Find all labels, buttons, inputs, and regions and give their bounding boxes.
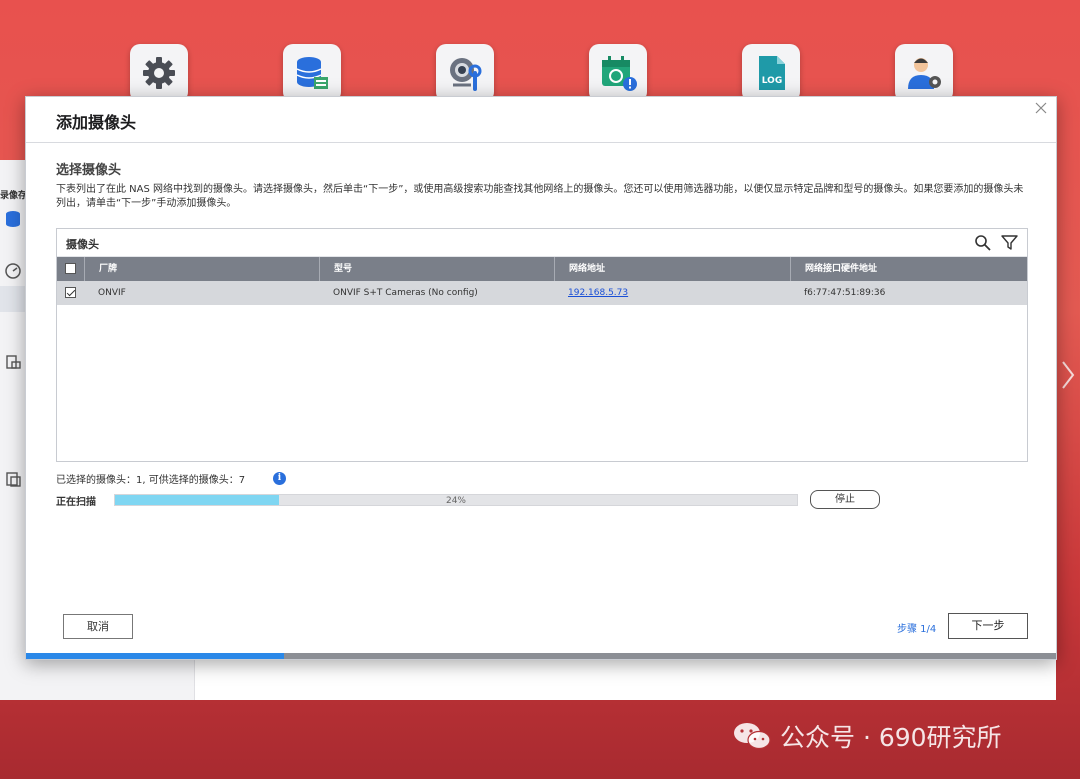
- search-icon[interactable]: [974, 234, 991, 251]
- cell-brand: ONVIF: [98, 288, 126, 298]
- watermark-text: 公众号 · 690研究所: [780, 723, 1002, 752]
- storage-stack-icon[interactable]: [4, 470, 22, 488]
- background-app-title: 录像存: [0, 191, 28, 201]
- scan-status-label: 正在扫描: [56, 497, 96, 508]
- camera-tools-icon[interactable]: [436, 44, 494, 102]
- column-header-mac[interactable]: 网络接口硬件地址: [791, 257, 1027, 281]
- user-settings-icon[interactable]: [895, 44, 953, 102]
- cancel-button[interactable]: 取消: [63, 614, 133, 639]
- filter-icon[interactable]: [1001, 234, 1018, 251]
- instructions-text: 下表列出了在此 NAS 网络中找到的摄像头。请选择摄像头，然后单击“下一步”，或…: [56, 184, 1024, 209]
- log-label: LOG: [762, 76, 782, 86]
- camera-list-icon[interactable]: [4, 353, 22, 371]
- next-button[interactable]: 下一步: [948, 613, 1028, 639]
- table-row[interactable]: ONVIF ONVIF S+T Cameras (No config) 192.…: [57, 281, 1027, 305]
- background-sidebar-selected-item[interactable]: [0, 286, 25, 312]
- dialog-header: 添加摄像头: [26, 97, 1056, 143]
- table-toolbar: 摄像头: [57, 229, 1027, 257]
- add-camera-dialog: 添加摄像头 选择摄像头 下表列出了在此 NAS 网络中找到的摄像头。请选择摄像头…: [25, 96, 1057, 660]
- storage-database-icon[interactable]: [283, 44, 341, 102]
- cell-model: ONVIF S+T Cameras (No config): [333, 288, 478, 298]
- wechat-watermark: 公众号 · 690研究所: [732, 718, 1002, 754]
- stop-scan-button[interactable]: 停止: [810, 490, 880, 509]
- step-indicator: 步骤 1/4: [897, 624, 937, 635]
- dashboard-gauge-icon[interactable]: [4, 262, 22, 280]
- column-header-brand[interactable]: 厂牌: [85, 257, 320, 281]
- row-checkbox[interactable]: [65, 287, 76, 298]
- camera-table: 摄像头 厂牌 型号 网络地址 网络接口硬件地址 ONVIF ONVIF S+T …: [56, 228, 1028, 462]
- dialog-title: 添加摄像头: [56, 113, 137, 132]
- info-icon[interactable]: i: [273, 472, 286, 485]
- scan-progress-text: 24%: [445, 496, 466, 506]
- select-all-cell: [57, 257, 85, 281]
- scan-progress-bar: 24%: [114, 494, 798, 506]
- table-header: 厂牌 型号 网络地址 网络接口硬件地址: [57, 257, 1027, 281]
- cell-mac: f6:77:47:51:89:36: [804, 288, 886, 298]
- cell-ip-link[interactable]: 192.168.5.73: [568, 281, 628, 305]
- table-caption: 摄像头: [66, 238, 99, 251]
- wizard-progress-fill: [26, 653, 284, 659]
- selection-count: 已选择的摄像头：1, 可供选择的摄像头：7: [56, 475, 246, 486]
- column-header-ip[interactable]: 网络地址: [555, 257, 791, 281]
- log-file-icon[interactable]: LOG: [742, 44, 800, 102]
- settings-gear-icon[interactable]: [130, 44, 188, 102]
- storage-database-icon[interactable]: [4, 210, 22, 228]
- wizard-progress-bar: [26, 653, 1056, 659]
- wechat-icon: [734, 723, 771, 750]
- chevron-right-icon[interactable]: [1060, 360, 1076, 390]
- column-header-model[interactable]: 型号: [320, 257, 555, 281]
- desktop-dock: LOG: [0, 44, 1080, 104]
- calendar-schedule-icon[interactable]: [589, 44, 647, 102]
- close-icon[interactable]: [1034, 101, 1048, 115]
- section-title: 选择摄像头: [56, 163, 122, 178]
- select-all-checkbox[interactable]: [65, 263, 76, 274]
